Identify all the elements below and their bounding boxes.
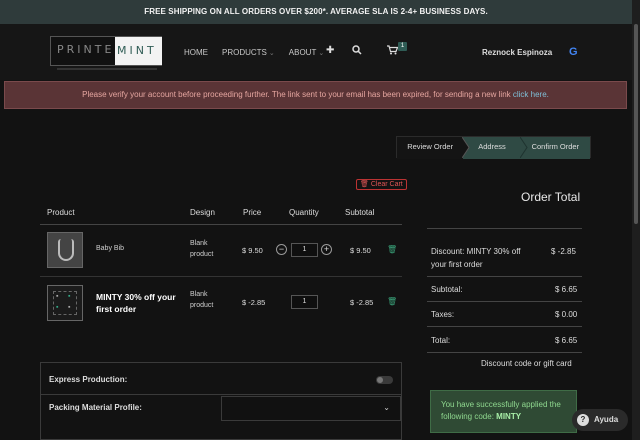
packing-material-select[interactable]: ⌄ bbox=[221, 396, 401, 421]
express-production-toggle[interactable] bbox=[376, 376, 393, 384]
nav-home[interactable]: HOME bbox=[184, 48, 208, 58]
col-design: Design bbox=[190, 208, 215, 217]
col-quantity: Quantity bbox=[289, 208, 319, 217]
production-options-panel: Express Production: Packing Material Pro… bbox=[40, 362, 402, 440]
success-line1: You have successfully applied the bbox=[441, 400, 561, 409]
search-icon[interactable] bbox=[352, 45, 362, 58]
nav-about-label: ABOUT bbox=[288, 48, 317, 57]
taxes-label: Taxes: bbox=[431, 310, 455, 319]
nav-products[interactable]: PRODUCTS ⌄ bbox=[222, 48, 275, 58]
divider bbox=[427, 276, 582, 277]
subtotal-label: Subtotal: bbox=[431, 285, 463, 294]
step-review-order[interactable]: Review Order bbox=[397, 137, 464, 159]
page-scrollbar[interactable] bbox=[632, 0, 640, 440]
product-thumbnail[interactable] bbox=[47, 232, 83, 268]
scrollbar-thumb[interactable] bbox=[634, 24, 638, 224]
user-name[interactable]: Reznock Espinoza bbox=[482, 48, 552, 57]
row-subtotal: $ -2.85 bbox=[350, 298, 374, 307]
step-arrow-icon bbox=[462, 137, 470, 158]
help-icon: ? bbox=[577, 414, 589, 426]
cart-icon[interactable] bbox=[387, 45, 399, 58]
success-line2: following code: MINTY bbox=[441, 411, 576, 423]
design-line2: product bbox=[190, 251, 214, 258]
plus-icon[interactable]: ✚ bbox=[326, 45, 334, 56]
divider bbox=[427, 352, 582, 353]
trash-icon: 🗑 bbox=[360, 181, 369, 188]
dot-icon: ▪ bbox=[68, 304, 71, 311]
clear-cart-label: Clear Cart bbox=[370, 181, 403, 188]
total-label: Total: bbox=[431, 336, 451, 345]
dot-icon: ▪ bbox=[56, 293, 59, 300]
help-button[interactable]: ? Ayuda bbox=[572, 409, 628, 431]
design-line2: product bbox=[190, 302, 214, 309]
coupon-code: MINTY bbox=[496, 412, 522, 421]
main-navbar: PRINTED MINT HOME PRODUCTS ⌄ ABOUT ⌄ ✚ 1 R… bbox=[0, 24, 632, 80]
design-line1: Blank bbox=[190, 291, 208, 298]
increase-qty-button[interactable]: + bbox=[321, 244, 332, 255]
design-line1: Blank bbox=[190, 240, 208, 247]
dot-icon: ▪ bbox=[68, 293, 71, 300]
divider bbox=[427, 301, 582, 302]
quantity-input[interactable]: 1 bbox=[291, 243, 318, 257]
step-address[interactable]: Address bbox=[463, 137, 521, 159]
chevron-down-icon: ⌄ bbox=[268, 50, 275, 57]
step-confirm-order[interactable]: Confirm Order bbox=[520, 137, 590, 159]
alert-click-here-link[interactable]: click here. bbox=[513, 90, 549, 99]
toggle-knob bbox=[377, 377, 383, 383]
alert-text: Please verify your account before procee… bbox=[82, 90, 513, 99]
total-value: $ 6.65 bbox=[555, 336, 578, 345]
logo-underline bbox=[57, 68, 157, 70]
discount-code-link[interactable]: Discount code or gift card bbox=[481, 359, 572, 368]
product-name[interactable]: Baby Bib bbox=[96, 245, 124, 252]
table-row: Baby Bib Blank product $ 9.50 − 1 + $ 9.… bbox=[40, 225, 402, 277]
logo-text-mint: MINT bbox=[115, 37, 162, 65]
chevron-down-icon: ⌄ bbox=[383, 403, 390, 412]
col-product: Product bbox=[47, 208, 75, 217]
product-price: $ 9.50 bbox=[242, 246, 263, 255]
col-subtotal: Subtotal bbox=[345, 208, 375, 217]
nav-about[interactable]: ABOUT ⌄ bbox=[289, 48, 324, 58]
cart-table-header: Product Design Price Quantity Subtotal bbox=[40, 201, 402, 225]
chevron-down-icon: ⌄ bbox=[318, 50, 325, 57]
success-text: following code: bbox=[441, 412, 497, 421]
product-name-line2[interactable]: first order bbox=[96, 303, 136, 315]
row-subtotal: $ 9.50 bbox=[350, 246, 371, 255]
discount-value: $ -2.85 bbox=[551, 247, 576, 256]
printed-mint-logo[interactable]: PRINTED MINT bbox=[50, 36, 162, 70]
decrease-qty-button[interactable]: − bbox=[276, 244, 287, 255]
express-production-label: Express Production: bbox=[49, 375, 128, 384]
bib-image bbox=[58, 239, 74, 261]
divider bbox=[427, 228, 582, 229]
discount-label-line2: your first order bbox=[431, 260, 483, 269]
step-arrow-icon bbox=[520, 137, 528, 158]
taxes-value: $ 0.00 bbox=[555, 310, 578, 319]
clear-cart-button[interactable]: 🗑 Clear Cart bbox=[356, 179, 407, 190]
product-name-line1[interactable]: MINTY 30% off your bbox=[96, 291, 176, 303]
table-row: ▪ ▪ ▪ ▪ MINTY 30% off your first order B… bbox=[40, 278, 402, 330]
coupon-success-message: You have successfully applied the follow… bbox=[430, 390, 577, 433]
nav-products-label: PRODUCTS bbox=[222, 48, 267, 57]
divider bbox=[427, 326, 582, 327]
quantity-input[interactable]: 1 bbox=[291, 295, 318, 309]
google-icon: G bbox=[569, 46, 578, 58]
nav-links: HOME PRODUCTS ⌄ ABOUT ⌄ bbox=[184, 48, 324, 58]
checkout-steps: Review Order Address Confirm Order bbox=[396, 136, 591, 159]
order-total-title: Order Total bbox=[521, 190, 581, 204]
cart-count-badge: 1 bbox=[398, 42, 407, 51]
coupon-image: ▪ ▪ ▪ ▪ bbox=[53, 291, 77, 315]
packing-material-label: Packing Material Profile: bbox=[49, 403, 142, 412]
trash-icon[interactable]: 🗑 bbox=[387, 245, 397, 254]
express-row: Express Production: bbox=[41, 363, 401, 395]
dot-icon: ▪ bbox=[56, 304, 59, 311]
shipping-banner: FREE SHIPPING ON ALL ORDERS OVER $200*. … bbox=[0, 0, 632, 24]
help-label: Ayuda bbox=[594, 415, 619, 424]
col-price: Price bbox=[243, 208, 262, 217]
trash-icon[interactable]: 🗑 bbox=[387, 297, 397, 306]
product-price: $ -2.85 bbox=[242, 298, 266, 307]
subtotal-value: $ 6.65 bbox=[555, 285, 578, 294]
product-thumbnail[interactable]: ▪ ▪ ▪ ▪ bbox=[47, 285, 83, 321]
verify-account-alert: Please verify your account before procee… bbox=[4, 81, 627, 109]
discount-label-line1: Discount: MINTY 30% off bbox=[431, 247, 521, 256]
